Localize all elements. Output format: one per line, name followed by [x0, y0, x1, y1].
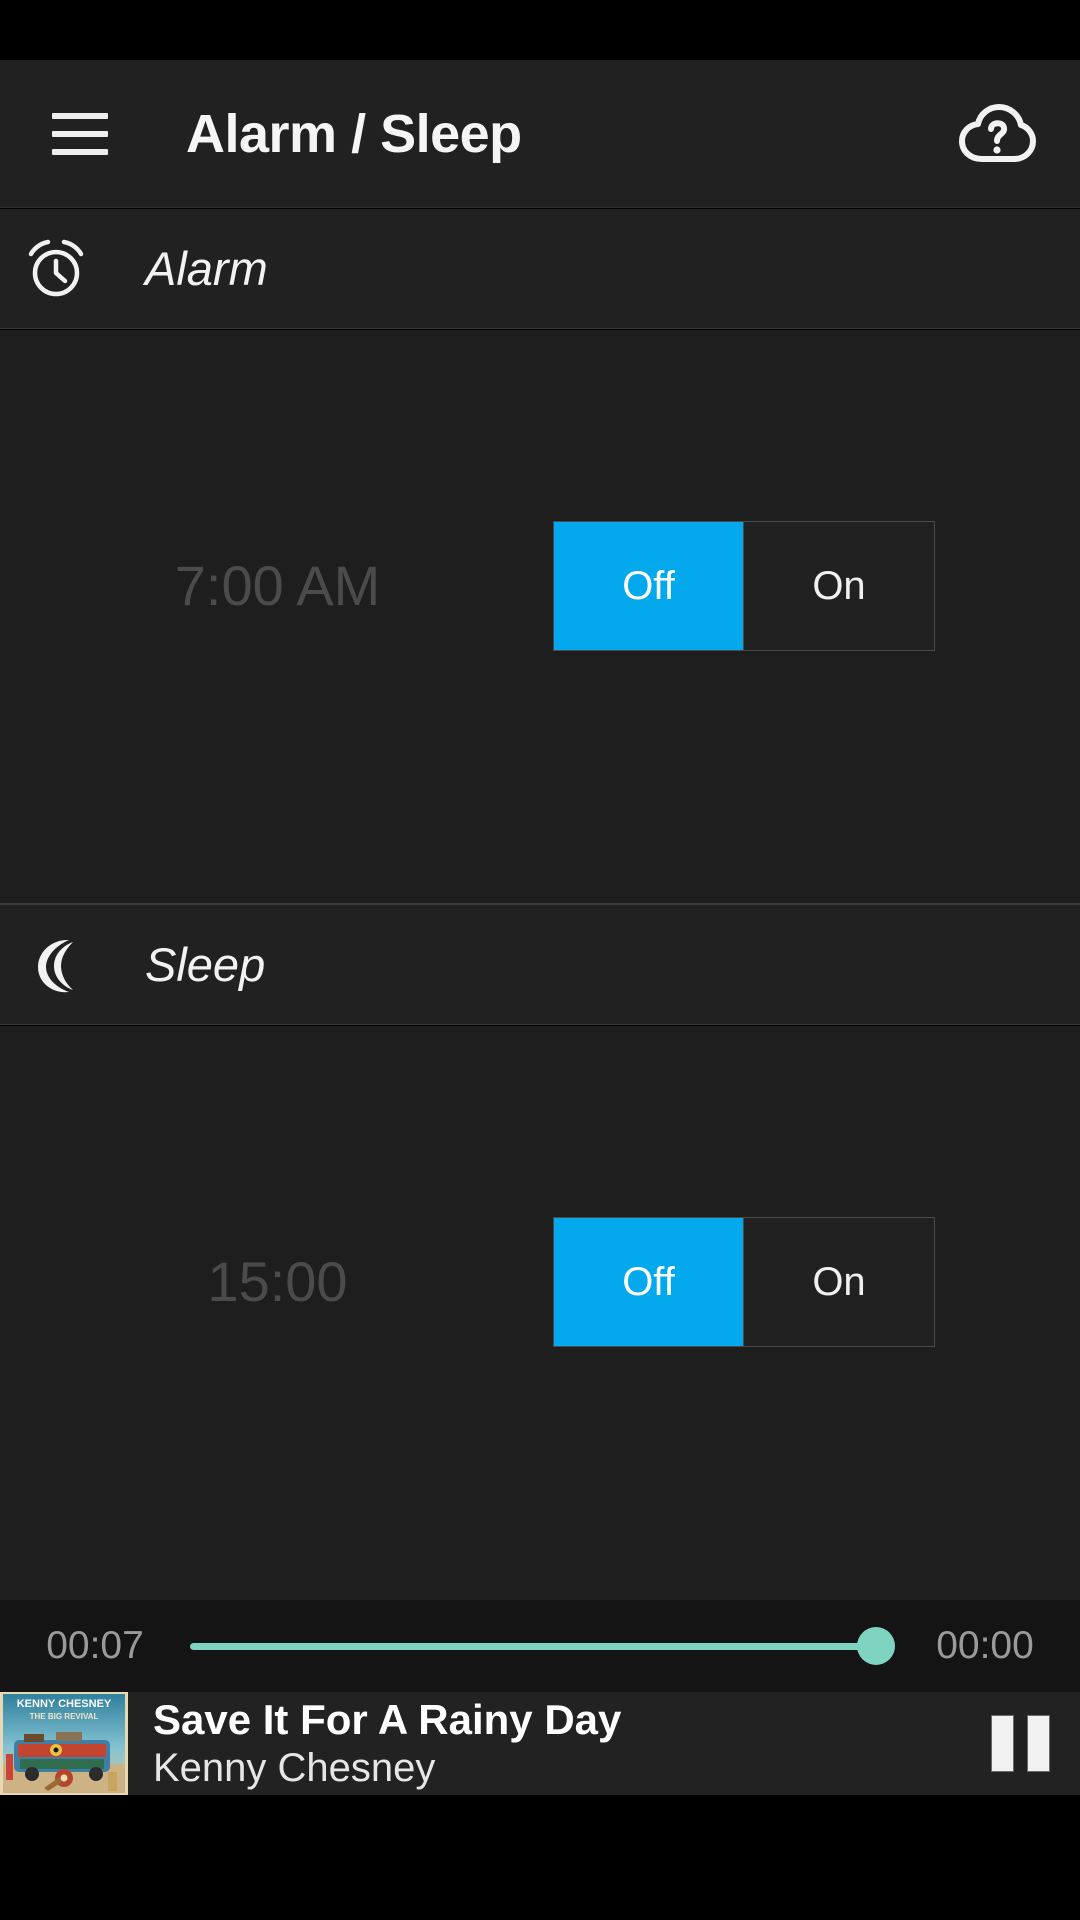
alarm-toggle-off[interactable]: Off — [554, 522, 744, 650]
hamburger-line — [52, 112, 108, 119]
sleep-toggle-group: Off On — [553, 1217, 935, 1347]
sleep-row: 15:00 Off On — [0, 1206, 1080, 1356]
alarm-toggle-on[interactable]: On — [744, 522, 934, 650]
hamburger-line — [52, 130, 108, 137]
crescent-moon-icon — [25, 934, 87, 996]
album-art-image: KENNY CHESNEY THE BIG REVIVAL — [0, 1692, 128, 1795]
pause-bar-left — [990, 1715, 1014, 1772]
section-header-alarm: Alarm — [0, 209, 1080, 329]
seek-track — [190, 1642, 890, 1650]
hamburger-line — [52, 148, 108, 155]
now-playing-bar: KENNY CHESNEY THE BIG REVIVAL Save It Fo… — [0, 1692, 1080, 1795]
sleep-time-value[interactable]: 15:00 — [0, 1249, 555, 1314]
alarm-time-value[interactable]: 7:00 AM — [0, 553, 555, 618]
section-label-sleep: Sleep — [145, 938, 266, 991]
remaining-time: 00:00 — [936, 1624, 1034, 1667]
cloud-question-icon[interactable] — [954, 91, 1040, 177]
sleep-toggle-off[interactable]: Off — [554, 1218, 744, 1346]
page-title: Alarm / Sleep — [186, 103, 522, 164]
hamburger-menu-icon[interactable] — [52, 112, 108, 155]
section-header-sleep: Sleep — [0, 905, 1080, 1025]
alarm-clock-icon — [25, 238, 87, 300]
track-meta[interactable]: Save It For A Rainy Day Kenny Chesney — [153, 1695, 960, 1793]
album-art-album-text: THE BIG REVIVAL — [30, 1712, 99, 1721]
app-screen: Alarm / Sleep Alarm 7:00 AM Off On Sleep… — [0, 0, 1080, 1920]
status-bar — [0, 0, 1080, 60]
sleep-panel: 15:00 Off On — [0, 1026, 1080, 1600]
track-title: Save It For A Rainy Day — [153, 1695, 622, 1743]
alarm-toggle-group: Off On — [553, 521, 935, 651]
seek-thumb[interactable] — [857, 1627, 895, 1665]
crescent-moon-glyph — [38, 939, 73, 992]
cloud-question-glyph — [959, 103, 1036, 162]
navigation-area — [0, 1795, 1080, 1920]
alarm-row: 7:00 AM Off On — [0, 510, 1080, 660]
pause-icon[interactable] — [960, 1692, 1080, 1795]
album-art[interactable]: KENNY CHESNEY THE BIG REVIVAL — [0, 1692, 128, 1795]
seek-bar: 00:07 00:00 — [0, 1600, 1080, 1692]
album-art-artist-text: KENNY CHESNEY — [17, 1698, 112, 1710]
alarm-clock-glyph — [28, 239, 84, 296]
sleep-toggle-on[interactable]: On — [744, 1218, 934, 1346]
app-bar: Alarm / Sleep — [0, 60, 1080, 208]
alarm-panel: 7:00 AM Off On — [0, 330, 1080, 904]
seek-slider[interactable] — [190, 1600, 895, 1692]
track-artist: Kenny Chesney — [153, 1746, 436, 1791]
section-label-alarm: Alarm — [145, 242, 268, 295]
pause-bar-right — [1026, 1715, 1050, 1772]
elapsed-time: 00:07 — [46, 1624, 144, 1667]
